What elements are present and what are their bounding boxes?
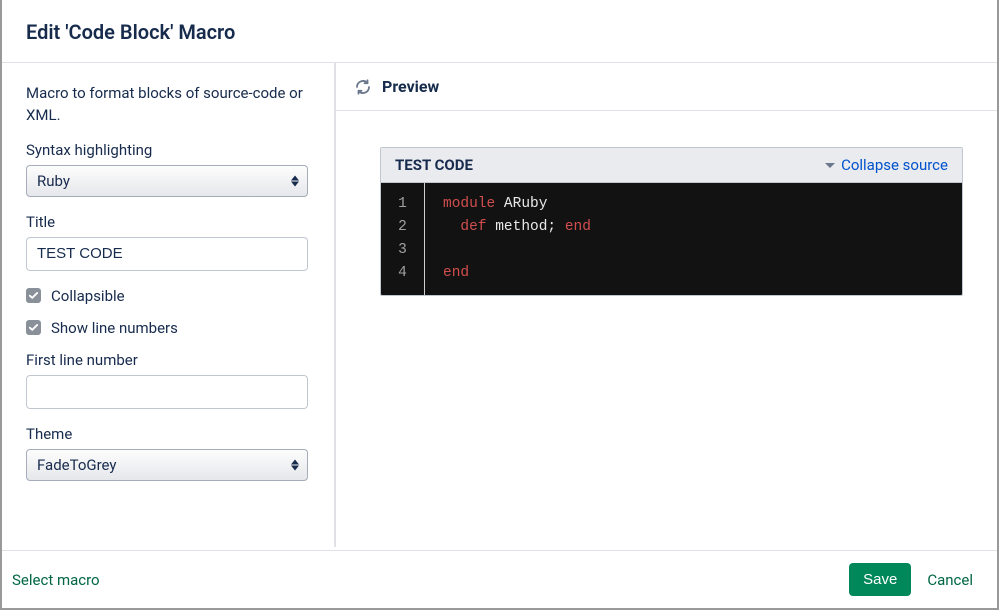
dialog-footer: Select macro Save Cancel (2, 550, 997, 608)
line-number: 4 (381, 262, 424, 285)
footer-actions: Save Cancel (849, 563, 973, 596)
code-line: def method; end (443, 216, 944, 239)
syntax-label: Syntax highlighting (26, 141, 310, 159)
line-number: 3 (381, 239, 424, 262)
preview-header: Preview (336, 63, 997, 111)
dialog-header: Edit 'Code Block' Macro (2, 0, 997, 62)
code-line: module ARuby (443, 193, 944, 216)
first-line-number-field: First line number (26, 351, 310, 409)
code-block: TEST CODE Collapse source 1234 module AR… (380, 147, 963, 296)
chevron-updown-icon (291, 175, 299, 186)
chevron-down-icon (825, 163, 835, 168)
collapsible-label: Collapsible (51, 287, 125, 305)
save-button[interactable]: Save (849, 563, 911, 596)
syntax-select[interactable]: Ruby (26, 165, 308, 197)
syntax-select-value: Ruby (37, 172, 70, 190)
show-line-numbers-field[interactable]: Show line numbers (26, 319, 310, 337)
code-content: 1234 module ARuby def method; end end (381, 183, 962, 295)
theme-select[interactable]: FadeToGrey (26, 449, 308, 481)
title-label: Title (26, 213, 310, 231)
collapsible-field[interactable]: Collapsible (26, 287, 310, 305)
code-block-title: TEST CODE (395, 156, 473, 174)
theme-label: Theme (26, 425, 310, 443)
syntax-field: Syntax highlighting Ruby (26, 141, 310, 197)
theme-field: Theme FadeToGrey (26, 425, 310, 481)
preview-title: Preview (382, 77, 439, 96)
select-macro-link[interactable]: Select macro (12, 571, 100, 589)
code-line (443, 239, 944, 262)
cancel-button[interactable]: Cancel (927, 571, 973, 589)
collapse-source-link[interactable]: Collapse source (825, 156, 948, 174)
title-field: Title (26, 213, 310, 271)
theme-select-value: FadeToGrey (37, 456, 117, 474)
checkbox-checked-icon (26, 320, 41, 335)
first-line-number-input[interactable] (26, 375, 308, 409)
code-lines: module ARuby def method; end end (425, 183, 962, 295)
first-line-number-label: First line number (26, 351, 310, 369)
title-input[interactable] (26, 237, 308, 271)
preview-pane: Preview TEST CODE Collapse source 1234 m… (336, 63, 997, 547)
line-number-gutter: 1234 (381, 183, 425, 295)
line-number: 1 (381, 193, 424, 216)
dialog-title: Edit 'Code Block' Macro (26, 20, 973, 44)
refresh-icon[interactable] (354, 78, 372, 96)
chevron-updown-icon (291, 459, 299, 470)
collapse-source-label: Collapse source (841, 156, 948, 174)
checkbox-checked-icon (26, 288, 41, 303)
line-number: 2 (381, 216, 424, 239)
preview-body: TEST CODE Collapse source 1234 module AR… (336, 111, 997, 316)
code-line: end (443, 262, 944, 285)
code-block-header: TEST CODE Collapse source (381, 148, 962, 183)
macro-description: Macro to format blocks of source-code or… (26, 83, 310, 127)
macro-config-sidebar: Macro to format blocks of source-code or… (2, 63, 336, 547)
show-line-numbers-label: Show line numbers (51, 319, 178, 337)
